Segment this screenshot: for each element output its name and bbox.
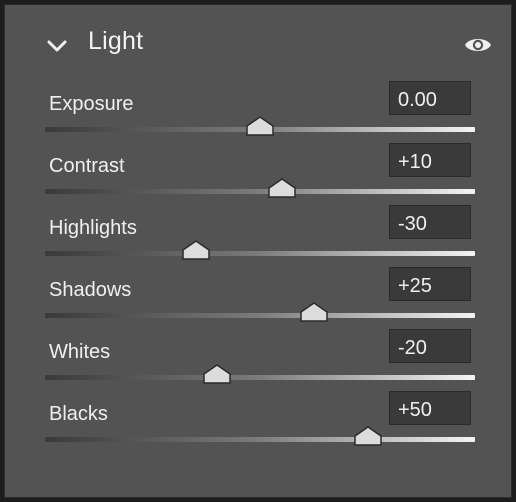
slider-label: Exposure bbox=[49, 93, 134, 115]
chevron-down-icon[interactable] bbox=[46, 35, 68, 57]
contrast-slider-thumb[interactable] bbox=[267, 178, 296, 198]
panel-title: Light bbox=[88, 27, 144, 55]
slider-label: Whites bbox=[49, 341, 111, 363]
eye-icon[interactable] bbox=[463, 34, 493, 56]
blacks-slider-thumb[interactable] bbox=[353, 426, 382, 446]
highlights-slider-thumb[interactable] bbox=[181, 240, 210, 260]
whites-value-field[interactable] bbox=[389, 329, 471, 363]
highlights-slider-track[interactable] bbox=[45, 251, 475, 256]
shadows-slider-thumb[interactable] bbox=[300, 302, 328, 322]
blacks-value-field[interactable] bbox=[389, 391, 471, 425]
slider-label: Contrast bbox=[49, 155, 125, 177]
exposure-slider-thumb[interactable] bbox=[246, 116, 274, 136]
highlights-value-field[interactable] bbox=[389, 205, 471, 239]
shadows-slider-track[interactable] bbox=[45, 313, 475, 318]
slider-label: Blacks bbox=[49, 403, 108, 425]
contrast-value-field[interactable] bbox=[389, 143, 471, 177]
panel-header[interactable]: Light bbox=[5, 5, 511, 81]
light-panel: Light Exposure Contrast Highlights Shado… bbox=[4, 4, 512, 498]
exposure-value-field[interactable] bbox=[389, 81, 471, 115]
blacks-slider-track[interactable] bbox=[45, 437, 475, 442]
shadows-value-field[interactable] bbox=[389, 267, 471, 301]
slider-label: Shadows bbox=[49, 279, 132, 301]
whites-slider-track[interactable] bbox=[45, 375, 475, 380]
slider-label: Highlights bbox=[49, 217, 137, 239]
whites-slider-thumb[interactable] bbox=[203, 364, 231, 384]
contrast-slider-track[interactable] bbox=[45, 189, 475, 194]
slider-row-blacks: Blacks bbox=[5, 391, 511, 465]
